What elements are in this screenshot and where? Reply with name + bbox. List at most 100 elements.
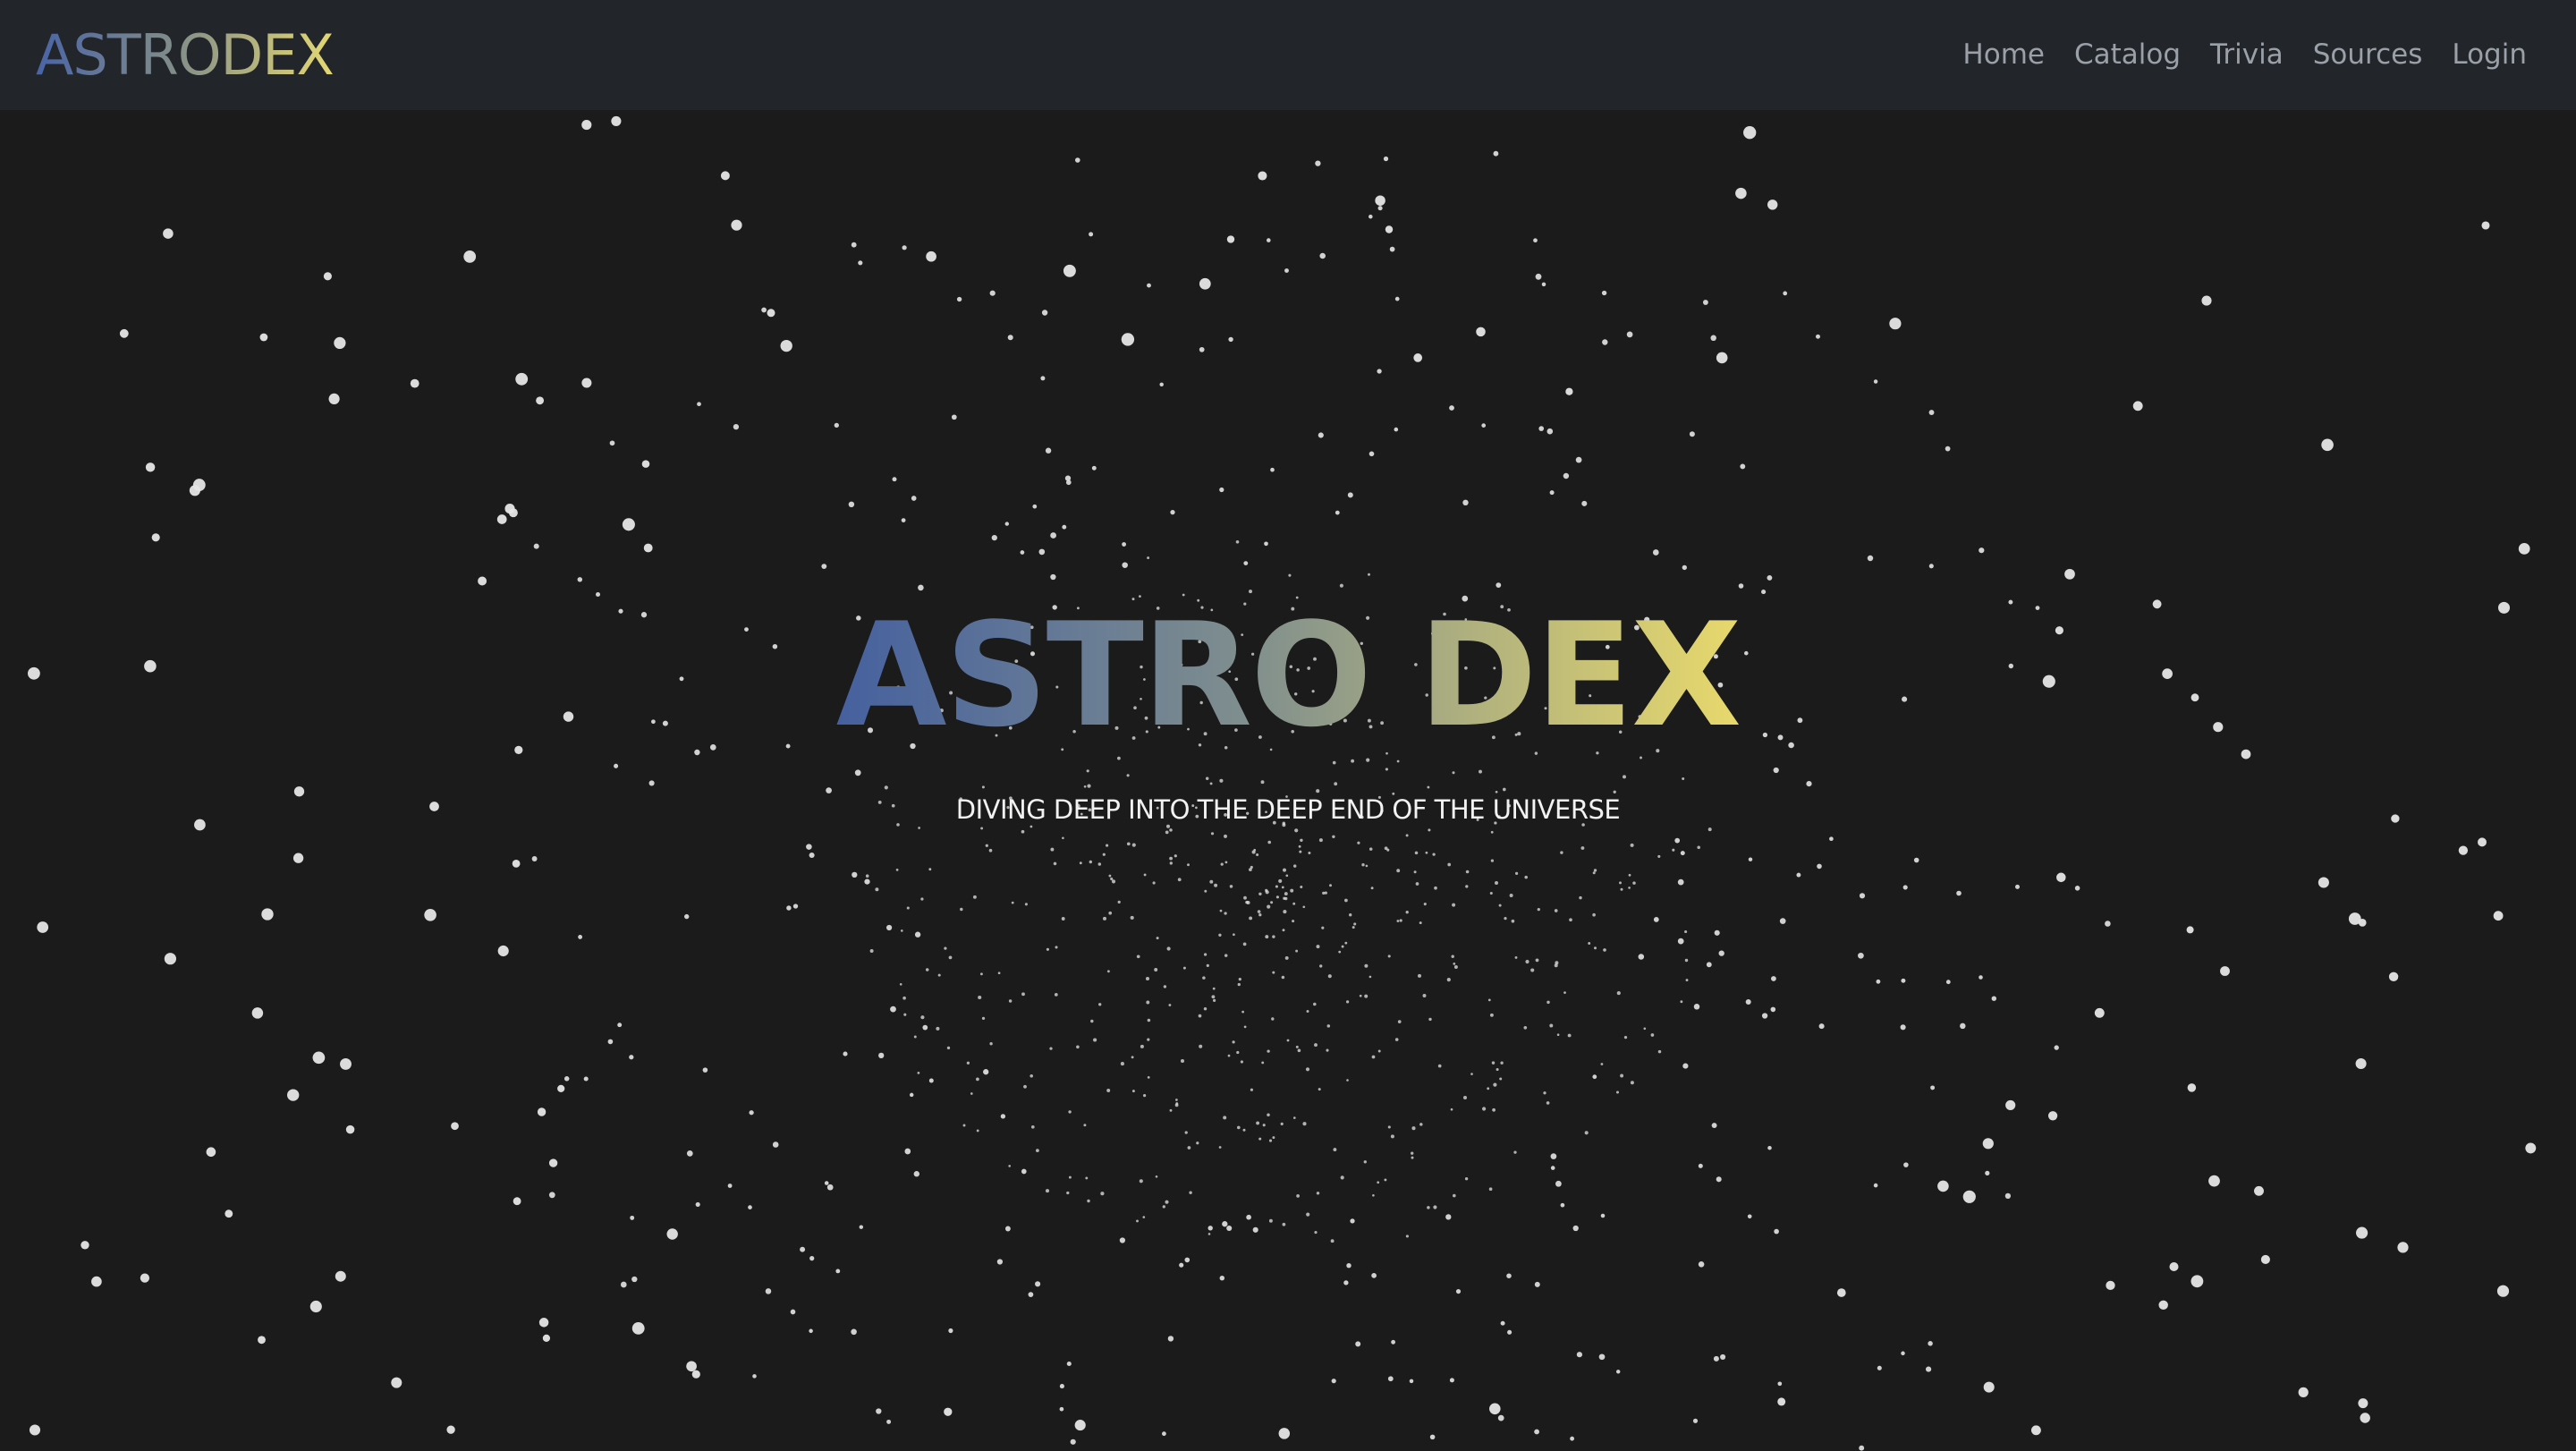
star: [1523, 1025, 1528, 1030]
star: [1748, 857, 1753, 861]
star: [2355, 1057, 2367, 1070]
star: [1437, 1064, 1442, 1068]
star: [1272, 935, 1275, 938]
star: [2132, 401, 2143, 412]
star: [960, 907, 963, 912]
star: [1302, 1122, 1307, 1126]
star: [1131, 843, 1136, 847]
star: [1674, 837, 1681, 844]
star: [1165, 830, 1169, 835]
star: [1928, 564, 1934, 569]
star: [852, 871, 858, 878]
nav-link-sources[interactable]: Sources: [2313, 32, 2423, 77]
star: [1554, 909, 1558, 912]
star: [848, 501, 855, 508]
star: [869, 949, 874, 953]
star: [1146, 1000, 1150, 1005]
star: [1453, 1193, 1456, 1198]
star: [1601, 290, 1607, 296]
star: [1499, 1077, 1503, 1081]
brand-logo[interactable]: ASTRODEX: [36, 20, 335, 91]
star: [928, 868, 932, 871]
star: [2201, 295, 2212, 306]
star: [1283, 910, 1287, 914]
star: [323, 272, 332, 281]
star: [1140, 1044, 1144, 1048]
star: [1122, 562, 1128, 568]
star: [1147, 1018, 1151, 1022]
star: [497, 945, 509, 957]
star: [37, 921, 49, 933]
star: [29, 1424, 41, 1436]
star: [2187, 1083, 2197, 1092]
star: [749, 1110, 754, 1116]
star: [1308, 852, 1311, 854]
star: [340, 1057, 352, 1070]
star: [1250, 1088, 1253, 1091]
star: [1452, 903, 1456, 907]
star: [1711, 1123, 1717, 1129]
star: [1218, 933, 1222, 937]
star: [1004, 522, 1010, 526]
star: [1318, 1088, 1321, 1091]
star: [895, 869, 899, 871]
star: [631, 1321, 645, 1335]
star: [890, 1006, 896, 1013]
star: [1110, 877, 1114, 881]
star: [902, 996, 906, 1000]
star: [1657, 1049, 1662, 1054]
star: [1602, 339, 1608, 345]
star: [1511, 919, 1515, 923]
star: [2030, 1425, 2041, 1436]
star: [864, 878, 870, 885]
star: [1396, 759, 1400, 763]
star: [843, 1051, 848, 1056]
star: [1770, 1006, 1776, 1013]
star: [731, 219, 742, 231]
star: [1260, 780, 1265, 785]
star: [1174, 1103, 1179, 1107]
star: [1385, 225, 1394, 233]
star: [997, 972, 1001, 975]
star: [1209, 879, 1214, 884]
star: [748, 1205, 752, 1209]
star: [1570, 1436, 1575, 1441]
star: [1546, 428, 1554, 435]
star: [767, 309, 775, 318]
star: [1059, 1384, 1064, 1389]
nav-link-catalog[interactable]: Catalog: [2074, 32, 2181, 77]
star: [1220, 862, 1224, 866]
star: [581, 378, 592, 388]
hero-subtitle: DIVING DEEP INTO THE DEEP END OF THE UNI…: [955, 794, 1621, 825]
star: [1652, 549, 1659, 556]
star: [1268, 1218, 1273, 1223]
star: [1592, 1074, 1597, 1080]
star: [1032, 504, 1038, 509]
star: [1265, 890, 1269, 895]
star: [1620, 1073, 1624, 1078]
star: [1235, 540, 1240, 544]
star: [1210, 832, 1215, 836]
star: [1333, 1148, 1337, 1152]
star: [920, 897, 924, 901]
star: [1560, 851, 1563, 854]
star: [1347, 492, 1353, 498]
star: [886, 924, 893, 931]
star: [1498, 904, 1502, 907]
star: [928, 1078, 934, 1083]
star: [1817, 863, 1822, 870]
star: [1267, 1113, 1270, 1117]
star: [1858, 952, 1864, 959]
star: [1062, 524, 1067, 530]
nav-link-trivia[interactable]: Trivia: [2210, 32, 2284, 77]
nav-link-home[interactable]: Home: [1962, 32, 2045, 77]
star: [1089, 232, 1094, 237]
star: [1902, 885, 1908, 890]
nav-link-login[interactable]: Login: [2452, 32, 2527, 77]
star: [1779, 918, 1786, 924]
star: [1159, 382, 1164, 387]
star: [1258, 1137, 1262, 1141]
star: [2094, 1007, 2105, 1018]
star: [1091, 465, 1097, 471]
star: [1100, 1192, 1105, 1196]
